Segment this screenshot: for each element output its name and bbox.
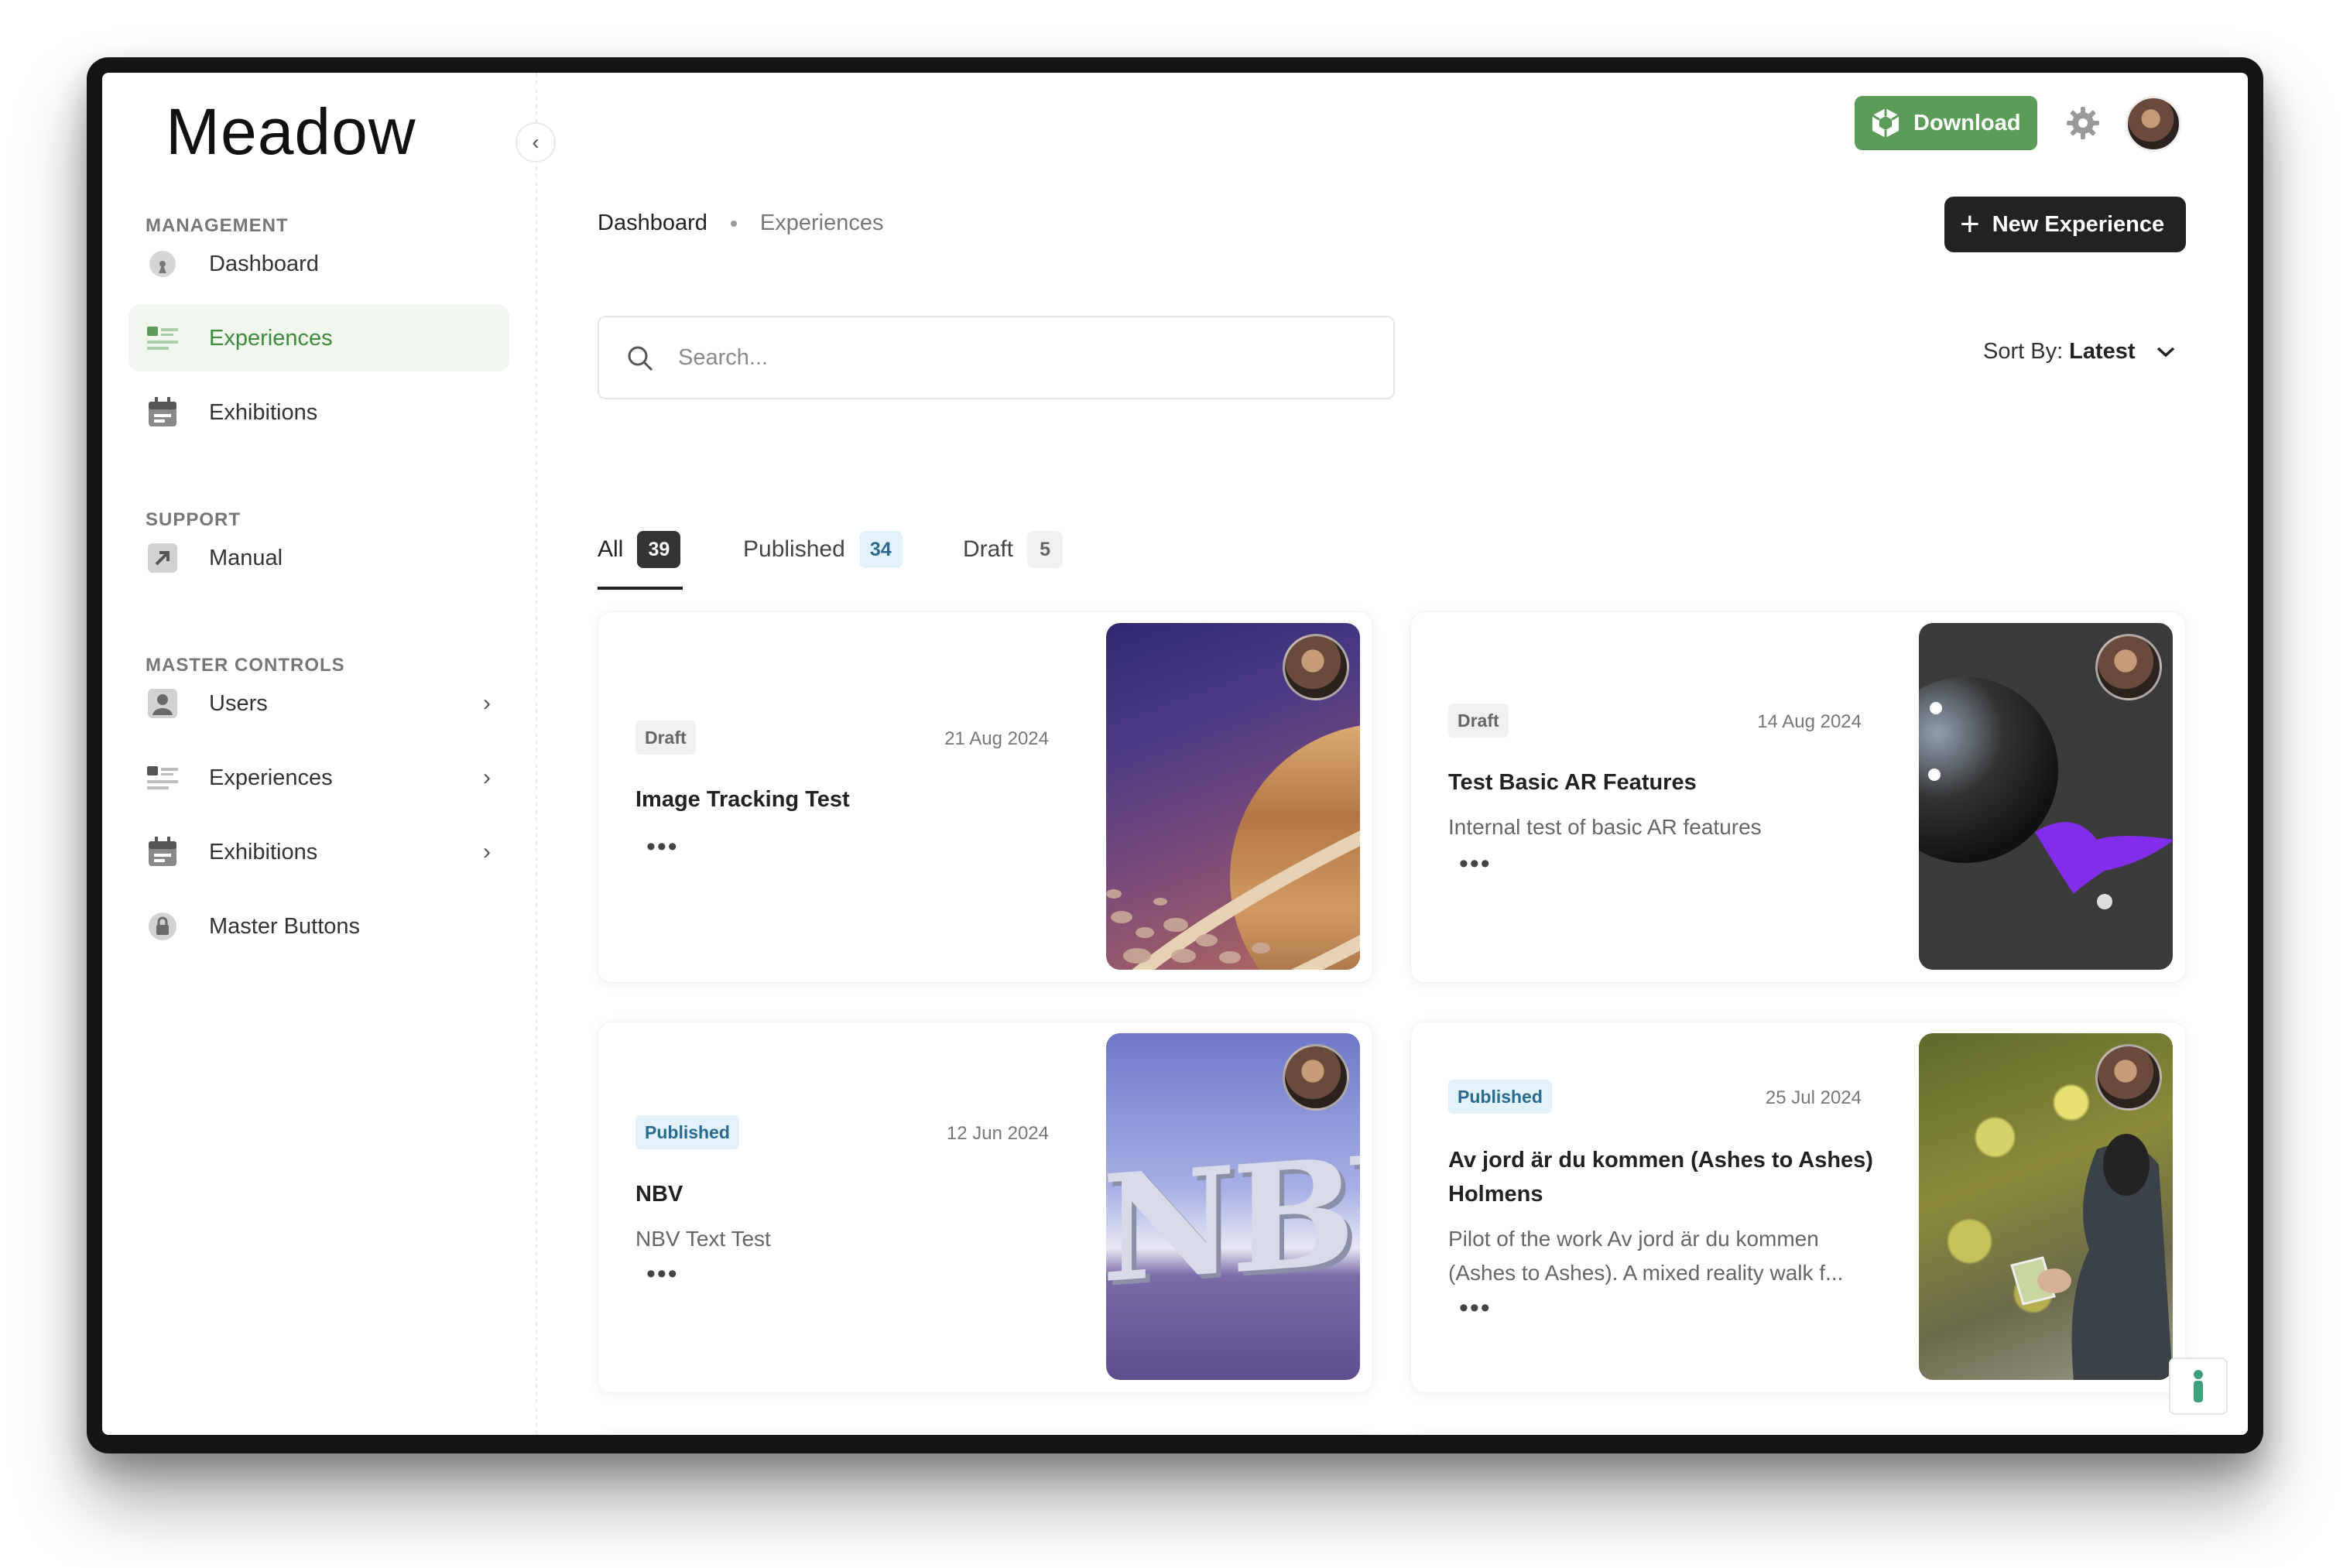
- help-widget-button[interactable]: [2169, 1357, 2228, 1415]
- sidebar-item-master-experiences[interactable]: Experiences ›: [128, 745, 509, 811]
- download-label: Download: [1913, 110, 2021, 135]
- sidebar-item-label: Manual: [209, 545, 283, 570]
- collapse-sidebar-button[interactable]: ‹: [516, 122, 556, 163]
- card-date: 12 Jun 2024: [946, 1123, 1049, 1144]
- accessibility-icon: [2190, 1369, 2207, 1403]
- card-description: Pilot of the work Av jord är du kommen (…: [1448, 1227, 1844, 1285]
- list-icon: [147, 762, 178, 793]
- list-icon: [147, 323, 178, 354]
- chevron-right-icon: ›: [483, 765, 491, 790]
- card-title: Test Basic AR Features: [1448, 770, 1697, 795]
- search-icon: [625, 344, 655, 373]
- search-box: [598, 316, 1395, 399]
- user-icon: [147, 688, 178, 719]
- sidebar-item-dashboard[interactable]: Dashboard: [128, 231, 509, 297]
- gauge-icon: [147, 248, 178, 279]
- sidebar: Meadow MANAGEMENT Dashboard Experiences …: [102, 73, 537, 1435]
- active-tab-indicator: [598, 587, 683, 590]
- sidebar-item-experiences[interactable]: Experiences: [128, 305, 509, 371]
- sidebar-item-label: Exhibitions: [209, 839, 318, 864]
- sidebar-item-manual[interactable]: Manual: [128, 525, 509, 591]
- creator-avatar: [2095, 634, 2162, 700]
- sidebar-item-label: Experiences: [209, 765, 333, 790]
- card-thumbnail: [1919, 1033, 2173, 1380]
- experience-card[interactable]: [598, 1432, 1373, 1435]
- chevron-right-icon: ›: [483, 690, 491, 716]
- download-button[interactable]: Download: [1855, 96, 2037, 150]
- sidebar-item-master-exhibitions[interactable]: Exhibitions ›: [128, 819, 509, 885]
- sidebar-item-users[interactable]: Users ›: [128, 670, 509, 737]
- breadcrumb-dashboard[interactable]: Dashboard: [598, 211, 707, 236]
- tab-count-badge: 5: [1027, 531, 1064, 568]
- card-title: Av jord är du kommen (Ashes to Ashes) Ho…: [1448, 1148, 1873, 1207]
- more-options-icon[interactable]: •••: [1459, 1293, 1492, 1323]
- breadcrumb: Dashboard Experiences: [598, 211, 883, 236]
- lock-icon: [147, 911, 178, 942]
- card-thumbnail: [1106, 623, 1360, 970]
- creator-avatar: [2095, 1044, 2162, 1111]
- tab-label: Published: [743, 536, 845, 562]
- calendar-icon: [147, 397, 178, 428]
- thumbnail-3d-text: NBV: [1106, 1118, 1360, 1316]
- sidebar-item-exhibitions[interactable]: Exhibitions: [128, 379, 509, 446]
- tab-published[interactable]: Published 34: [743, 529, 903, 570]
- cube-icon: [1869, 106, 1903, 140]
- card-thumbnail: [1919, 623, 2173, 970]
- sort-dropdown[interactable]: Sort By: Latest: [1983, 339, 2176, 365]
- card-date: 14 Aug 2024: [1757, 711, 1862, 732]
- gear-icon[interactable]: [2065, 105, 2101, 141]
- experience-card[interactable]: Draft 14 Aug 2024 Test Basic AR Features…: [1410, 611, 2186, 983]
- calendar-icon: [147, 837, 178, 868]
- app-logo: Meadow: [166, 95, 416, 168]
- tab-count-badge: 34: [858, 531, 903, 568]
- more-options-icon[interactable]: •••: [646, 832, 679, 862]
- status-badge: Draft: [635, 721, 696, 755]
- breadcrumb-current: Experiences: [759, 211, 884, 235]
- more-options-icon[interactable]: •••: [646, 1259, 679, 1289]
- external-link-icon: [147, 543, 178, 573]
- plus-icon: +: [1960, 205, 1980, 243]
- status-badge: Draft: [1448, 704, 1509, 738]
- experience-card[interactable]: Published 12 Jun 2024 NBV NBV Text Test …: [598, 1022, 1373, 1393]
- tab-draft[interactable]: Draft 5: [963, 529, 1064, 570]
- device-frame: Meadow MANAGEMENT Dashboard Experiences …: [87, 57, 2263, 1453]
- sort-value: Latest: [2069, 339, 2136, 364]
- tab-count-badge: 39: [637, 531, 681, 568]
- breadcrumb-separator: [730, 220, 737, 227]
- status-badge: Published: [1448, 1080, 1552, 1114]
- new-experience-label: New Experience: [1992, 211, 2165, 237]
- creator-avatar: [1283, 634, 1349, 700]
- card-description: NBV Text Test: [635, 1227, 771, 1251]
- more-options-icon[interactable]: •••: [1459, 849, 1492, 879]
- user-avatar[interactable]: [2126, 96, 2181, 152]
- sort-label: Sort By:: [1983, 339, 2064, 364]
- card-title: NBV: [635, 1182, 683, 1207]
- card-date: 21 Aug 2024: [944, 728, 1049, 749]
- creator-avatar: [1283, 1044, 1349, 1111]
- sidebar-item-label: Exhibitions: [209, 399, 318, 425]
- card-title: Image Tracking Test: [635, 787, 850, 812]
- tab-label: Draft: [963, 536, 1014, 562]
- sidebar-item-label: Master Buttons: [209, 913, 361, 939]
- card-date: 25 Jul 2024: [1765, 1087, 1862, 1108]
- status-badge: Published: [635, 1115, 739, 1149]
- experience-card[interactable]: Published 25 Jul 2024 Av jord är du komm…: [1410, 1022, 2186, 1393]
- sidebar-item-master-buttons[interactable]: Master Buttons: [128, 893, 509, 960]
- app-screen: Meadow MANAGEMENT Dashboard Experiences …: [102, 73, 2248, 1435]
- card-description: Internal test of basic AR features: [1448, 815, 1762, 839]
- sidebar-item-label: Experiences: [209, 325, 333, 351]
- experience-card[interactable]: Draft 21 Aug 2024 Image Tracking Test ••…: [598, 611, 1373, 983]
- sidebar-item-label: Dashboard: [209, 251, 319, 276]
- card-thumbnail: NBV: [1106, 1033, 1360, 1380]
- tab-label: All: [598, 536, 624, 562]
- tab-all[interactable]: All 39: [598, 529, 681, 570]
- chevron-right-icon: ›: [483, 839, 491, 864]
- search-input[interactable]: [677, 337, 1361, 378]
- experience-card[interactable]: [1410, 1432, 2186, 1435]
- sidebar-item-label: Users: [209, 690, 268, 716]
- chevron-down-icon: [2156, 345, 2176, 359]
- new-experience-button[interactable]: + New Experience: [1944, 197, 2186, 252]
